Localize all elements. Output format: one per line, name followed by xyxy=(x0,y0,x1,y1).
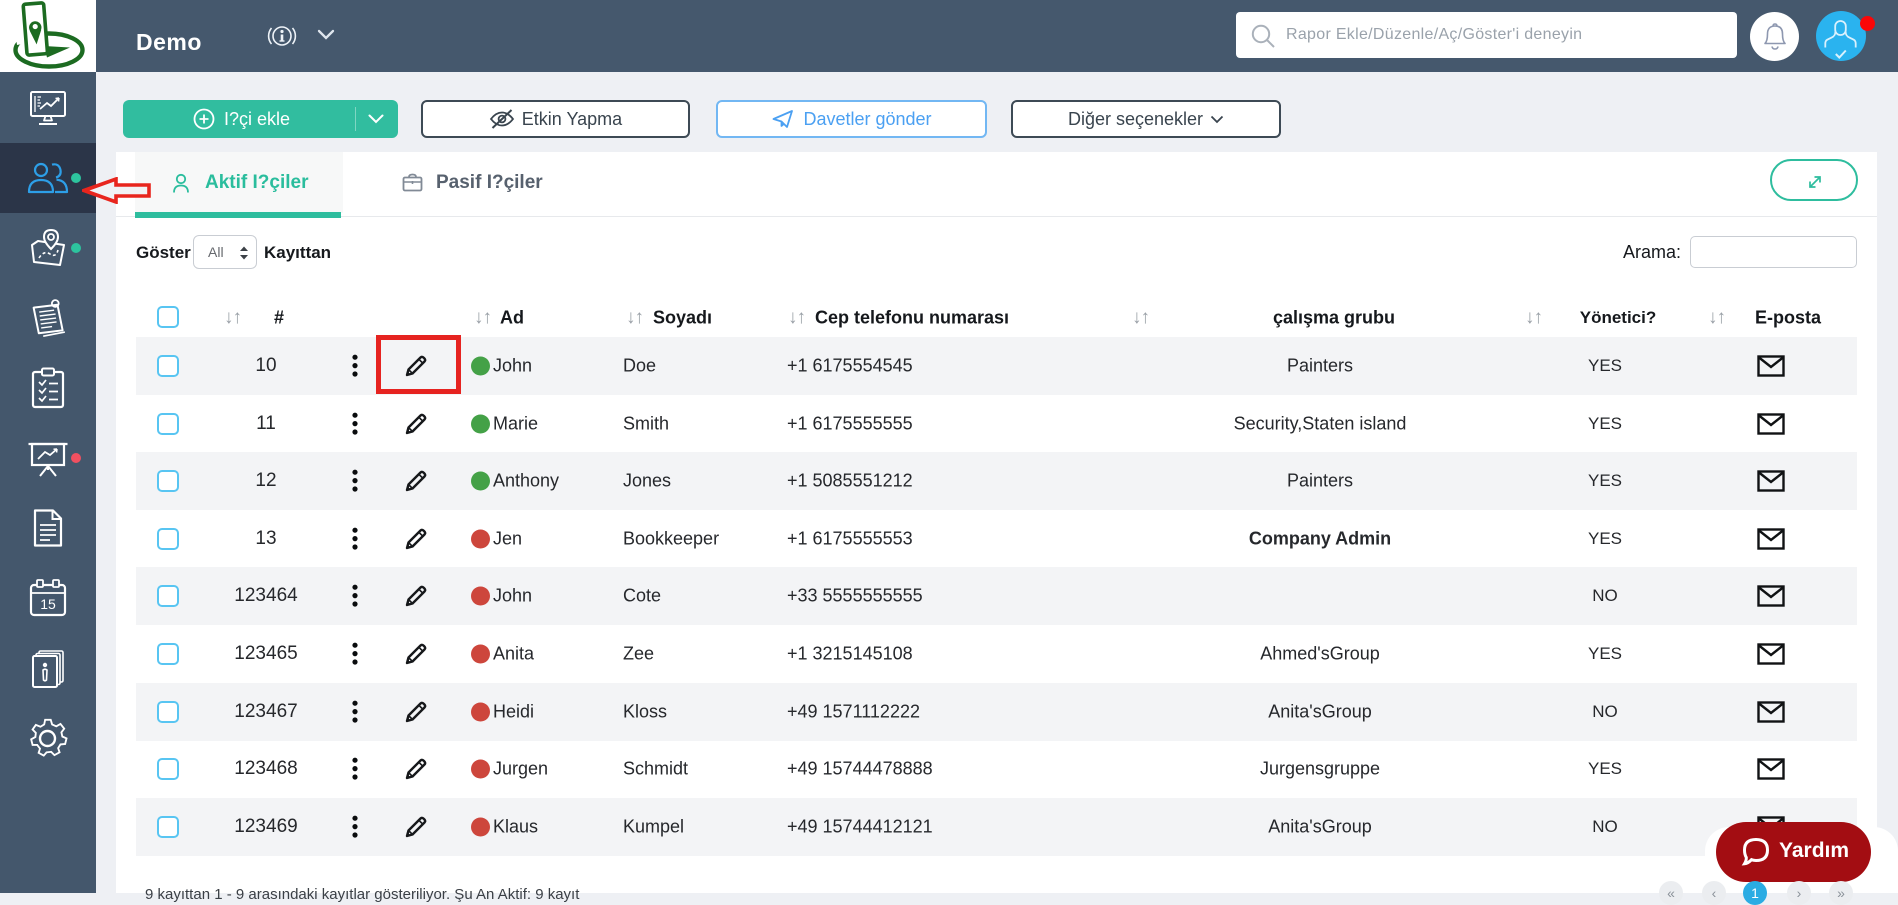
svg-text:15: 15 xyxy=(40,596,56,612)
